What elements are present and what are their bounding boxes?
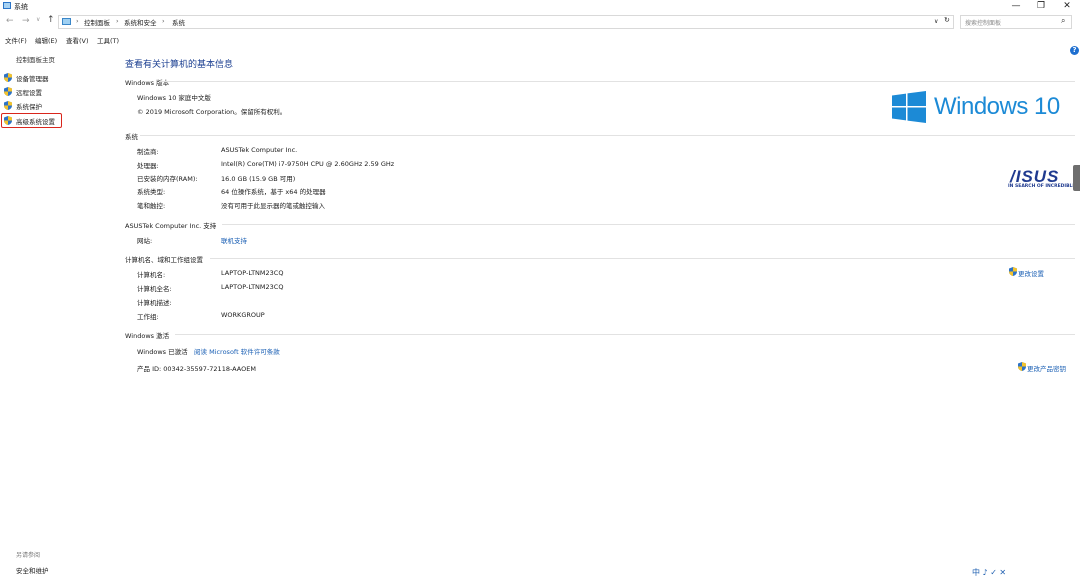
back-arrow-icon[interactable]: ←	[6, 16, 14, 26]
breadcrumb-system[interactable]: 系统	[172, 17, 185, 27]
section-divider	[175, 334, 1075, 335]
sidebar-item-label: 高级系统设置	[16, 118, 55, 126]
menu-edit[interactable]: 编辑(E)	[35, 35, 57, 45]
menu-file[interactable]: 文件(F)	[5, 35, 27, 45]
minimize-button[interactable]: —	[1003, 0, 1029, 12]
sidebar-item-label: 远程设置	[16, 89, 42, 97]
uac-shield-icon	[4, 116, 12, 125]
license-terms-link[interactable]: 阅读 Microsoft 软件许可条款	[194, 346, 280, 356]
manufacturer-value: ASUSTek Computer Inc.	[221, 146, 298, 154]
computer-description-label: 计算机描述:	[137, 299, 172, 307]
uac-shield-icon	[1009, 267, 1017, 276]
breadcrumb-control-panel[interactable]: 控制面板	[84, 17, 110, 27]
section-title-edition: Windows 版本	[125, 79, 170, 87]
close-button[interactable]: ✕	[1054, 0, 1080, 12]
pen-touch-label: 笔和触控:	[137, 202, 166, 210]
sidebar-item-label: 设备管理器	[16, 75, 49, 83]
workgroup-label: 工作组:	[137, 313, 159, 321]
address-bar[interactable]	[58, 15, 954, 29]
processor-value: Intel(R) Core(TM) i7-9750H CPU @ 2.60GHz…	[221, 160, 395, 168]
section-title-computer: 计算机名、域和工作组设置	[125, 256, 203, 264]
menu-tools[interactable]: 工具(T)	[97, 35, 119, 45]
control-panel-icon	[62, 18, 71, 25]
edition-name: Windows 10 家庭中文版	[137, 94, 211, 102]
processor-label: 处理器:	[137, 162, 159, 170]
ram-value: 16.0 GB (15.9 GB 可用)	[221, 175, 296, 183]
computer-name-label: 计算机名:	[137, 271, 166, 279]
uac-shield-icon	[4, 101, 12, 110]
page-title: 查看有关计算机的基本信息	[125, 60, 234, 70]
sidebar-item-system-protection[interactable]: 系统保护	[4, 100, 64, 111]
refresh-icon[interactable]: ↻	[944, 16, 950, 24]
ram-label: 已安装的内存(RAM):	[137, 175, 198, 183]
system-type-label: 系统类型:	[137, 188, 166, 196]
breadcrumb-separator: ›	[76, 17, 79, 25]
breadcrumb-system-security[interactable]: 系统和安全	[124, 17, 157, 27]
menu-view[interactable]: 查看(V)	[66, 35, 89, 45]
uac-shield-icon	[1018, 362, 1026, 371]
full-computer-name-value: LAPTOP-LTNM23CQ	[221, 283, 284, 291]
full-computer-name-label: 计算机全名:	[137, 285, 172, 293]
activation-status: Windows 已激活	[137, 348, 188, 356]
change-product-key-link[interactable]: 更改产品密钥	[1018, 362, 1074, 373]
sidebar-item-label: 系统保护	[16, 103, 42, 111]
windows-logo-icon	[892, 91, 926, 123]
control-panel-home-link[interactable]: 控制面板主页	[16, 54, 55, 64]
ime-toolbar-glyphs: 中 ♪ ✓ ✕	[972, 568, 1007, 577]
system-window-icon	[3, 2, 11, 9]
up-arrow-icon[interactable]: ↑	[47, 15, 55, 25]
section-title-support: ASUSTek Computer Inc. 支持	[125, 222, 217, 230]
sidebar-item-advanced-system-settings[interactable]: 高级系统设置	[4, 115, 62, 126]
workgroup-value: WORKGROUP	[221, 311, 265, 319]
side-handle[interactable]	[1073, 165, 1080, 191]
section-divider	[222, 224, 1075, 225]
system-type-value: 64 位操作系统，基于 x64 的处理器	[221, 188, 326, 196]
breadcrumb-separator: ›	[162, 17, 165, 25]
windows-10-brand: Windows 10	[934, 93, 1060, 120]
title-bar	[0, 0, 1080, 13]
security-maintenance-link[interactable]: 安全和维护	[16, 565, 49, 575]
see-also-heading: 另请参阅	[16, 552, 41, 559]
product-id: 产品 ID: 00342-35597-72118-AAOEM	[137, 365, 256, 373]
address-dropdown-icon[interactable]: ∨	[934, 18, 938, 25]
breadcrumb-separator: ›	[116, 17, 119, 25]
change-product-key-label: 更改产品密钥	[1027, 365, 1066, 373]
search-placeholder: 搜索控制面板	[965, 20, 1002, 27]
change-settings-link[interactable]: 更改设置	[1009, 267, 1049, 278]
computer-name-value: LAPTOP-LTNM23CQ	[221, 269, 284, 277]
section-divider	[140, 135, 1075, 136]
manufacturer-label: 制造商:	[137, 148, 159, 156]
help-icon[interactable]: ?	[1070, 46, 1079, 55]
forward-arrow-icon[interactable]: →	[22, 16, 30, 26]
section-title-activation: Windows 激活	[125, 332, 170, 340]
sidebar-item-remote-settings[interactable]: 远程设置	[4, 86, 64, 97]
window-title: 系统	[14, 3, 28, 11]
change-settings-label: 更改设置	[1018, 270, 1044, 278]
maximize-button[interactable]: ❐	[1028, 0, 1054, 12]
oem-tagline: IN SEARCH OF INCREDIBLE	[1008, 184, 1076, 189]
section-title-system: 系统	[125, 133, 138, 141]
uac-shield-icon	[4, 73, 12, 82]
website-label: 网站:	[137, 237, 153, 245]
uac-shield-icon	[4, 87, 12, 96]
section-divider	[210, 258, 1075, 259]
sidebar-item-device-manager[interactable]: 设备管理器	[4, 72, 64, 83]
recent-locations-icon[interactable]: ∨	[36, 16, 40, 23]
pen-touch-value: 没有可用于此显示器的笔或触控输入	[221, 202, 325, 210]
search-icon[interactable]: ⌕	[1061, 16, 1065, 26]
section-divider	[159, 81, 1075, 82]
online-support-link[interactable]: 联机支持	[221, 235, 247, 245]
copyright-text: © 2019 Microsoft Corporation。保留所有权利。	[137, 108, 287, 116]
